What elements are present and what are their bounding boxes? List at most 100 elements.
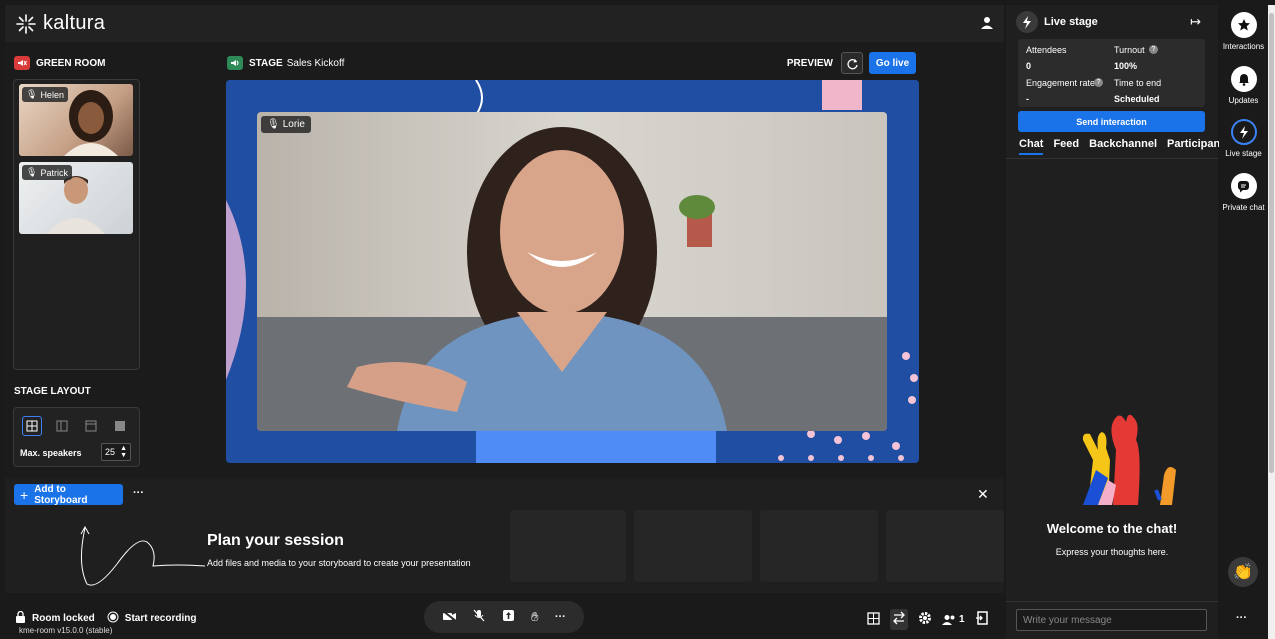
storyboard-panel: + Add to Storyboard ··· ✕ Plan your sess… [5,478,1004,593]
refresh-button[interactable] [841,52,863,74]
speaker-portrait [257,112,887,431]
participant-name: Patrick [40,167,68,178]
storyboard-placeholder [510,510,626,582]
rail-label: Live stage [1225,149,1262,158]
layout-top-button[interactable] [81,416,101,436]
info-icon[interactable]: ? [1149,45,1158,54]
max-speakers-stepper[interactable]: 25 ▲ ▼ [101,443,131,461]
input-divider [1006,601,1218,602]
raise-hand-icon[interactable]: ✋︎ [531,609,538,625]
more-options-icon[interactable]: ··· [555,611,566,623]
green-room-mute-icon [14,56,30,70]
stage-layout-header: STAGE LAYOUT [14,386,91,397]
stage-audio-icon [227,56,243,70]
preview-controls: PREVIEW Go live [787,52,916,74]
participants-count-button[interactable]: 1 [942,614,965,626]
stage-label: STAGE [249,57,283,69]
mic-off-icon: 🎙︎ [26,89,38,99]
green-room-panel: 🎙︎ Helen 🎙︎ Patrick [13,79,140,370]
tab-feed[interactable]: Feed [1053,138,1079,155]
share-screen-icon[interactable] [502,609,515,625]
grid-view-icon[interactable] [867,611,880,628]
room-locked-label[interactable]: Room locked [32,613,95,624]
star-icon [1230,12,1257,38]
time-to-end-value: Scheduled [1114,94,1160,104]
stepper-arrows-icon[interactable]: ▲ ▼ [120,445,127,459]
stage-layout-panel: Max. speakers 25 ▲ ▼ [13,407,140,467]
attendees-label: Attendees [1026,45,1067,55]
engagement-label: Engagement rate [1026,78,1096,88]
rail-label: Private chat [1222,203,1265,212]
go-live-button[interactable]: Go live [869,52,916,74]
send-interaction-button[interactable]: Send interaction [1018,111,1205,132]
stage-layout-label: STAGE LAYOUT [14,386,91,397]
turnout-value: 100% [1114,61,1138,71]
camera-off-icon[interactable] [442,609,457,625]
add-to-storyboard-button[interactable]: + Add to Storyboard [14,483,123,506]
chat-message-input[interactable]: Write your message [1016,609,1207,631]
green-room-label: GREEN ROOM [36,57,106,69]
rail-item-updates[interactable]: Updates [1219,66,1268,105]
panel-title: Live stage [1044,16,1098,28]
speaker-name-chip: 🎙︎ Lorie [261,116,311,133]
kaltura-logo[interactable]: kaltura [15,12,105,35]
participants-icon [942,614,955,625]
layout-grid-button[interactable] [22,416,42,436]
storyboard-placeholder [886,510,1004,582]
bottom-toolbar: Room locked Start recording kme-room v15… [5,593,1004,639]
close-storyboard-icon[interactable]: ✕ [977,486,989,503]
switch-layout-icon[interactable] [890,609,908,630]
max-speakers-label: Max. speakers [20,448,82,458]
leave-room-icon[interactable] [975,611,988,628]
attendees-value: 0 [1026,61,1032,71]
participant-tile-patrick[interactable]: 🎙︎ Patrick [19,162,133,234]
bell-icon [1230,66,1257,92]
start-recording-label[interactable]: Start recording [125,613,197,624]
chat-bubble-icon [1230,173,1257,199]
participant-name-chip: 🎙︎ Helen [22,87,68,102]
plan-session-subtitle: Add files and media to your storyboard t… [207,558,471,568]
page-scrollbar[interactable] [1268,5,1275,639]
rail-item-interactions[interactable]: Interactions [1219,12,1268,51]
stage-frame: 🎙︎ Lorie [226,80,919,463]
rail-more-button[interactable]: ··· [1236,612,1247,624]
top-bar: kaltura [5,5,1004,42]
stage-header: STAGE Sales Kickoff [227,56,344,70]
record-icon[interactable] [107,611,119,626]
scrollbar-thumb[interactable] [1269,13,1274,473]
collapse-panel-icon[interactable]: ↦ [1190,14,1201,30]
layout-full-button[interactable] [110,416,130,436]
refresh-icon [846,58,858,69]
settings-icon[interactable] [918,611,932,628]
engagement-value: - [1026,94,1029,104]
stage-title: Sales Kickoff [286,57,345,69]
participants-count: 1 [959,614,965,625]
turnout-label: Turnout [1114,45,1145,55]
logo-text: kaltura [43,12,106,34]
plus-icon: + [20,486,29,503]
user-icon[interactable] [980,16,994,30]
add-to-storyboard-label: Add to Storyboard [34,483,88,506]
rail-item-private-chat[interactable]: Private chat [1219,173,1268,212]
speaker-name: Lorie [282,119,305,130]
preview-label: PREVIEW [786,57,833,69]
storyboard-more-button[interactable]: ··· [133,487,144,499]
mic-off-icon[interactable] [473,609,485,625]
info-icon[interactable]: ? [1094,78,1103,87]
welcome-title: Welcome to the chat! [1046,521,1178,536]
clap-reaction-icon[interactable]: 👏 [1228,557,1258,587]
right-rail: Interactions Updates Live stage Private … [1219,5,1268,639]
mic-off-icon: 🎙︎ [267,119,280,130]
version-label: kme-room v15.0.0 (stable) [19,626,113,635]
squiggle-arrow-icon [80,525,206,586]
lightning-icon [1230,119,1257,145]
speaker-video[interactable]: 🎙︎ Lorie [257,112,887,431]
tab-chat[interactable]: Chat [1019,138,1044,155]
welcome-hands-illustration [1082,414,1176,505]
tab-backchannel[interactable]: Backchannel [1089,138,1157,155]
lock-icon[interactable] [15,610,26,626]
rail-item-live-stage[interactable]: Live stage [1219,119,1268,158]
live-stage-panel: Live stage ↦ Attendees 0 Turnout ? 100% … [1006,5,1230,639]
layout-split-button[interactable] [52,416,72,436]
participant-tile-helen[interactable]: 🎙︎ Helen [19,84,133,156]
